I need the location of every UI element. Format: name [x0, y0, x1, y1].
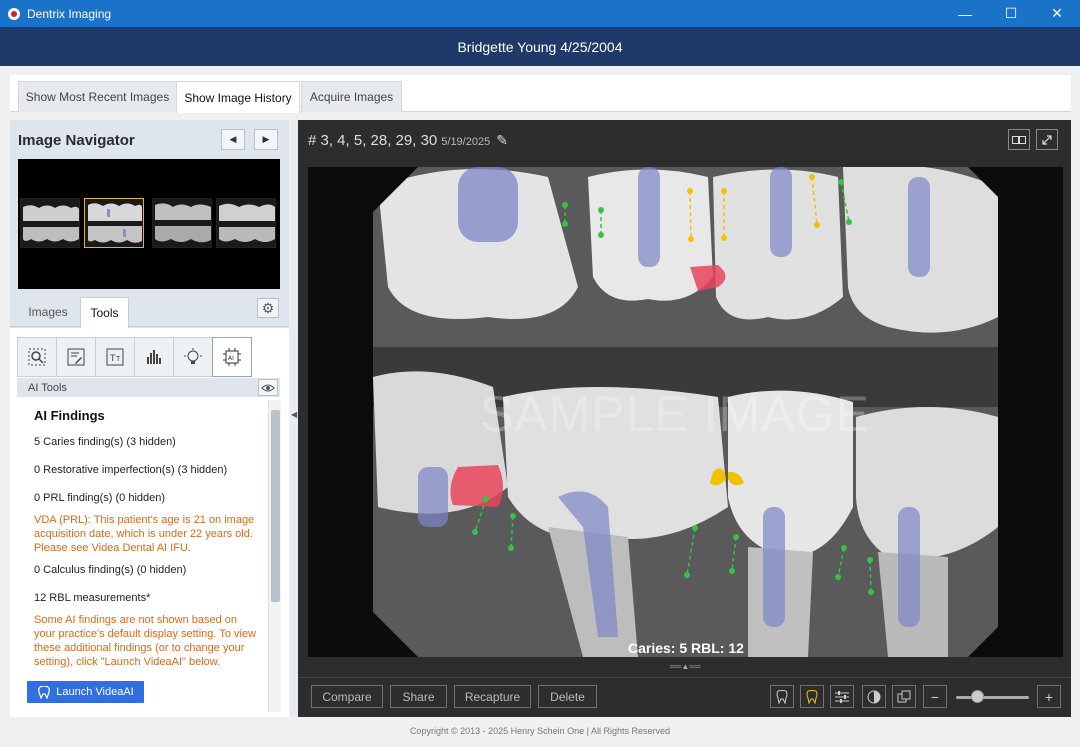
copy-image-button[interactable] — [892, 685, 916, 708]
delete-button[interactable]: Delete — [538, 685, 597, 708]
settings-button[interactable]: ⚙ — [257, 298, 279, 318]
thumbnail-2[interactable] — [84, 198, 144, 248]
thumbnail-3[interactable] — [152, 198, 212, 248]
findings-overlay-label: Caries: 5 RBL: 12 — [628, 640, 744, 656]
ai-chip-icon: AI — [223, 348, 241, 366]
compare-button[interactable]: Compare — [311, 685, 383, 708]
next-arrow-icon: ▶ — [262, 134, 270, 144]
tab-images[interactable]: Images — [20, 297, 76, 327]
prev-image-button[interactable]: ◀ — [221, 129, 245, 150]
measure-tool[interactable]: TT — [95, 337, 135, 377]
expand-icon — [1042, 134, 1052, 145]
sliders-icon — [835, 690, 849, 703]
annotate-icon — [67, 348, 85, 366]
tooth-icon — [776, 689, 788, 704]
zoom-out-button[interactable]: − — [923, 685, 947, 708]
hidden-findings-note: Some AI findings are not shown based on … — [34, 614, 257, 668]
launch-videaai-button[interactable]: Launch VideaAI — [27, 681, 144, 703]
viewer-bottom-bar: Compare Share Recapture Delete − + — [298, 677, 1071, 717]
thumbnail-4[interactable] — [216, 198, 276, 248]
panel-splitter[interactable]: ◀ — [290, 120, 298, 717]
launch-videaai-label: Launch VideaAI — [56, 686, 134, 698]
tooth-numbers: # 3, 4, 5, 28, 29, 30 — [308, 132, 438, 149]
maximize-button[interactable]: ☐ — [988, 0, 1034, 27]
split-view-icon — [1012, 135, 1026, 144]
tab-acquire-images[interactable]: Acquire Images — [301, 81, 402, 112]
tab-most-recent-images[interactable]: Show Most Recent Images — [18, 81, 177, 112]
adjustments-button[interactable] — [830, 685, 854, 708]
tooth-highlight-button[interactable] — [800, 685, 824, 708]
thumbnail-strip — [18, 159, 280, 289]
ai-findings-title: AI Findings — [34, 408, 105, 423]
tooth-highlight-icon — [806, 689, 818, 704]
minimize-button[interactable]: — — [942, 0, 988, 27]
histogram-tool[interactable] — [134, 337, 174, 377]
image-title: # 3, 4, 5, 28, 29, 30 5/19/2025 ✎ — [308, 132, 508, 149]
panel-sub-tabs: Images Tools — [10, 297, 289, 328]
app-title: Dentrix Imaging — [27, 6, 112, 21]
collapse-arrow-icon[interactable]: ◀ — [291, 410, 297, 419]
fullscreen-button[interactable] — [1036, 129, 1058, 150]
annotate-tool[interactable] — [56, 337, 96, 377]
rbl-measurements: 12 RBL measurements* — [34, 592, 151, 604]
thumbnail-1[interactable] — [20, 198, 80, 248]
image-viewer: # 3, 4, 5, 28, 29, 30 5/19/2025 ✎ SAMPLE… — [298, 120, 1071, 717]
title-bar: Dentrix Imaging — ☐ ✕ — [0, 0, 1080, 27]
compare-layout-button[interactable] — [1008, 129, 1030, 150]
enhance-tool[interactable] — [173, 337, 213, 377]
svg-text:T: T — [115, 355, 121, 363]
tooth-chart-button[interactable] — [770, 685, 794, 708]
patient-header: Bridgette Young 4/25/2004 — [0, 27, 1080, 66]
lightbulb-icon — [184, 348, 202, 364]
findings-scrollbar[interactable] — [268, 400, 281, 712]
ai-tools-label: AI Tools — [28, 381, 67, 394]
copy-icon — [897, 690, 911, 702]
tools-area: TT AI AI Tools AI Findings 5 Caries find… — [10, 328, 289, 717]
zoom-region-tool[interactable] — [17, 337, 57, 377]
svg-text:T: T — [109, 354, 116, 364]
share-button[interactable]: Share — [390, 685, 447, 708]
scrollbar-thumb[interactable] — [271, 410, 280, 602]
tab-image-history[interactable]: Show Image History — [176, 81, 300, 113]
resize-grip-icon[interactable]: ══▲══ — [670, 662, 701, 671]
contrast-button[interactable] — [862, 685, 886, 708]
svg-text:AI: AI — [228, 355, 234, 362]
gear-icon: ⚙ — [261, 299, 275, 316]
zoom-slider[interactable] — [956, 690, 1029, 703]
toggle-visibility-button[interactable] — [258, 379, 278, 396]
zoom-slider-knob[interactable] — [971, 690, 984, 703]
tool-icon-bar: TT AI — [17, 337, 280, 377]
dentrix-logo-icon — [8, 7, 20, 20]
ai-findings-panel: AI Findings 5 Caries finding(s) (3 hidde… — [27, 400, 264, 685]
tooth-shield-icon — [38, 685, 51, 699]
ai-tool[interactable]: AI — [212, 337, 252, 377]
text-measure-icon: TT — [106, 348, 124, 366]
recapture-button[interactable]: Recapture — [454, 685, 531, 708]
histogram-icon — [147, 350, 161, 364]
zoom-region-icon — [28, 348, 46, 366]
left-panel: Image Navigator ◀ ▶ Images Tools ⚙ T T A… — [10, 120, 289, 717]
zoom-in-button[interactable]: + — [1037, 685, 1061, 708]
prev-arrow-icon: ◀ — [229, 134, 237, 144]
sample-watermark: SAMPLE IMAGE — [480, 386, 870, 442]
contrast-icon — [867, 690, 881, 703]
tab-tools[interactable]: Tools — [80, 297, 129, 328]
close-button[interactable]: ✕ — [1034, 0, 1080, 27]
ai-tools-header: AI Tools — [17, 378, 280, 397]
next-image-button[interactable]: ▶ — [254, 129, 278, 150]
prl-age-warning: VDA (PRL): This patient's age is 21 on i… — [34, 514, 255, 554]
image-date: 5/19/2025 — [441, 136, 491, 148]
edit-pencil-icon[interactable]: ✎ — [496, 132, 508, 148]
prl-finding: 0 PRL finding(s) (0 hidden) — [34, 492, 166, 504]
eye-icon — [261, 384, 275, 391]
xray-image[interactable]: SAMPLE IMAGE Caries: 5 RBL: 12 — [308, 167, 1063, 657]
image-navigator-title: Image Navigator — [18, 132, 135, 149]
copyright-footer: Copyright © 2013 - 2025 Henry Schein One… — [409, 726, 671, 736]
caries-finding: 5 Caries finding(s) (3 hidden) — [34, 436, 176, 448]
top-tab-strip: Show Most Recent Images Show Image Histo… — [10, 75, 1071, 113]
calculus-finding: 0 Calculus finding(s) (0 hidden) — [34, 564, 187, 576]
restorative-finding: 0 Restorative imperfection(s) (3 hidden) — [34, 464, 228, 476]
